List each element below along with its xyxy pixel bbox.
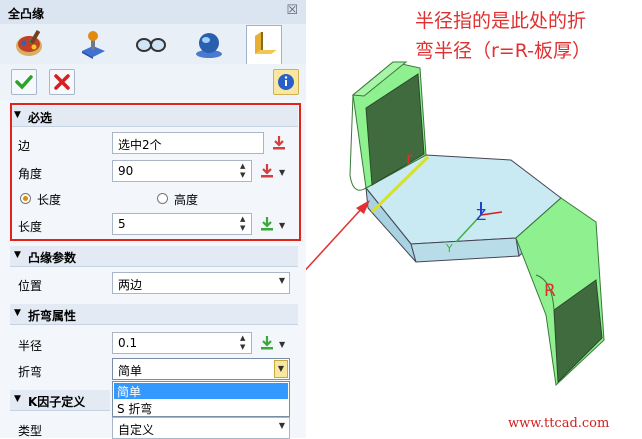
bend-label: 折弯 — [18, 365, 43, 379]
annotation-line-1: 半径指的是此处的折 — [415, 10, 587, 32]
position-label: 位置 — [18, 279, 43, 293]
sheet-flange-icon[interactable] — [246, 25, 282, 65]
dropdown-option-s-bend[interactable]: S 折弯 — [114, 400, 288, 416]
length-spinner[interactable]: ▲ ▼ — [240, 215, 249, 233]
model-viewport[interactable]: Z Y r R — [306, 0, 642, 438]
length-label: 长度 — [18, 220, 43, 234]
angle-spinner[interactable]: ▲ ▼ — [240, 162, 249, 180]
section-required-header[interactable]: ▼ 必选 — [10, 106, 298, 127]
action-row — [0, 64, 306, 100]
chevron-down-icon: ▼ — [278, 421, 285, 430]
globe-icon[interactable] — [192, 27, 226, 61]
collapse-arrow-icon: ▼ — [14, 308, 21, 318]
type-select[interactable]: 自定义 ▼ — [112, 417, 290, 439]
angle-menu-arrow-icon[interactable]: ▼ — [279, 168, 285, 177]
ok-button[interactable] — [11, 69, 37, 95]
edge-field[interactable]: 选中2个 — [112, 132, 264, 154]
radio-height[interactable] — [157, 193, 168, 204]
watermark: www.ttcad.com — [508, 416, 610, 431]
axis-y-label: Y — [445, 242, 453, 255]
tool-icon-row — [0, 24, 306, 65]
type-label: 类型 — [18, 424, 43, 438]
axis-z-label: Z — [476, 206, 486, 224]
length-pick-icon[interactable] — [259, 216, 275, 232]
radio-length-label: 长度 — [37, 193, 62, 207]
radius-menu-arrow-icon[interactable]: ▼ — [279, 340, 285, 349]
section-k-factor-header[interactable]: ▼ K因子定义 — [10, 390, 110, 411]
radius-label: 半径 — [18, 339, 43, 353]
radius-pick-icon[interactable] — [259, 335, 275, 351]
length-menu-arrow-icon[interactable]: ▼ — [279, 221, 285, 230]
flange-dialog: 全凸缘 ☒ ▼ 必选 边 选中2个 角度 90 ▲ ▼ ▼ 长度 高度 长度 5… — [0, 0, 306, 439]
check-icon — [15, 75, 33, 90]
angle-label: 角度 — [18, 167, 43, 181]
annotation-line-2: 弯半径（r=R-板厚） — [415, 40, 592, 62]
radius-spinner[interactable]: ▲ ▼ — [240, 334, 249, 352]
angle-field[interactable]: 90 ▲ ▼ — [112, 160, 252, 182]
paint-bucket-icon[interactable] — [12, 27, 46, 61]
dialog-title: 全凸缘 — [8, 7, 45, 21]
joystick-icon[interactable] — [76, 27, 110, 61]
edge-pick-icon[interactable] — [271, 135, 287, 151]
info-icon — [278, 74, 294, 90]
collapse-arrow-icon: ▼ — [14, 394, 21, 404]
edge-label: 边 — [18, 139, 31, 153]
radius-field[interactable]: 0.1 ▲ ▼ — [112, 332, 252, 354]
glasses-icon[interactable] — [134, 27, 168, 61]
close-icon[interactable]: ☒ — [286, 3, 298, 18]
section-bend-props-header[interactable]: ▼ 折弯属性 — [10, 304, 298, 325]
cancel-button[interactable] — [49, 69, 75, 95]
length-field[interactable]: 5 ▲ ▼ — [112, 213, 252, 235]
dialog-titlebar: 全凸缘 ☒ — [0, 0, 306, 25]
collapse-arrow-icon: ▼ — [14, 250, 21, 260]
chevron-down-icon[interactable]: ▼ — [274, 360, 288, 378]
chevron-down-icon: ▼ — [278, 276, 285, 285]
inner-radius-label: r — [406, 149, 413, 169]
dropdown-option-simple[interactable]: 简单 — [114, 383, 288, 399]
radio-length[interactable] — [20, 193, 31, 204]
angle-pick-icon[interactable] — [259, 163, 275, 179]
outer-radius-label: R — [544, 281, 556, 301]
cross-icon — [54, 74, 70, 90]
pointer-arrow-line — [306, 205, 365, 271]
position-select[interactable]: 两边 ▼ — [112, 272, 290, 294]
info-button[interactable] — [273, 69, 299, 95]
bend-dropdown-list: 简单 S 折弯 — [112, 381, 290, 417]
collapse-arrow-icon: ▼ — [14, 110, 21, 120]
radio-height-label: 高度 — [174, 193, 199, 207]
section-flange-params-header[interactable]: ▼ 凸缘参数 — [10, 246, 298, 267]
bend-select[interactable]: 简单 ▼ — [112, 358, 290, 380]
